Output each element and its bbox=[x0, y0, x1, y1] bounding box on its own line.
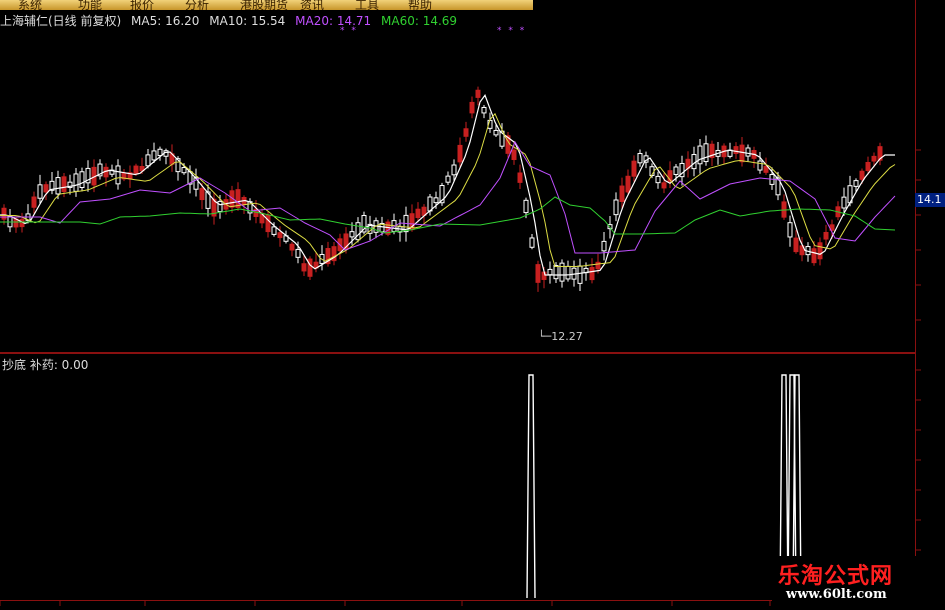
candlesticks bbox=[1, 86, 883, 292]
candle-body bbox=[703, 143, 709, 163]
candle-body bbox=[265, 214, 271, 233]
candle-body bbox=[613, 199, 619, 216]
panel-separator bbox=[0, 352, 915, 354]
candle-body bbox=[559, 262, 565, 282]
candle-body bbox=[181, 167, 187, 174]
indicator-label: 抄底 补药: 0.00 bbox=[2, 358, 89, 372]
candle-body bbox=[37, 184, 43, 199]
candle-body bbox=[61, 176, 67, 192]
candle-body bbox=[697, 145, 703, 165]
candle-body bbox=[415, 208, 421, 219]
candle-body bbox=[601, 240, 607, 252]
candle-body bbox=[595, 261, 601, 270]
candle-body bbox=[625, 175, 631, 193]
axis-ticks bbox=[0, 149, 921, 606]
candle-body bbox=[445, 175, 451, 183]
candle-body bbox=[511, 149, 517, 161]
candle-body bbox=[853, 180, 859, 187]
right-price-axis bbox=[915, 0, 945, 600]
candle-body bbox=[841, 196, 847, 209]
candle-body bbox=[493, 129, 499, 136]
candle-body bbox=[733, 146, 739, 154]
low-price-marker: └─12.27 bbox=[538, 330, 583, 343]
candle-body bbox=[655, 175, 661, 184]
candle-body bbox=[295, 248, 301, 258]
candle-body bbox=[871, 155, 877, 162]
candle-body bbox=[79, 171, 85, 189]
candle-body bbox=[301, 263, 307, 272]
candle-body bbox=[673, 166, 679, 175]
candle-body bbox=[145, 154, 151, 167]
candle-body bbox=[757, 160, 763, 171]
watermark-title: 乐淘公式网 bbox=[778, 564, 894, 589]
low-marker-arrow-icon: └─ bbox=[538, 330, 552, 343]
candle-body bbox=[787, 222, 793, 238]
kline-chart bbox=[0, 86, 921, 606]
candle-body bbox=[523, 199, 529, 214]
candle-body bbox=[289, 243, 295, 251]
candle-body bbox=[817, 242, 823, 260]
moving-average-lines bbox=[0, 94, 896, 276]
candle-body bbox=[199, 188, 205, 201]
indicator-spike bbox=[526, 374, 536, 599]
current-price-tag: 14.1 bbox=[915, 193, 945, 207]
candle-body bbox=[463, 128, 469, 137]
ma60-line bbox=[0, 196, 896, 235]
candle-body bbox=[589, 266, 595, 281]
candle-body bbox=[793, 237, 799, 253]
ma5-line bbox=[0, 94, 895, 276]
candle-body bbox=[859, 170, 865, 180]
candle-body bbox=[349, 231, 355, 238]
candle-body bbox=[433, 197, 439, 204]
candle-body bbox=[151, 150, 157, 161]
watermark-logo: 乐淘公式网 www.60lt.com bbox=[772, 556, 945, 609]
candle-body bbox=[823, 231, 829, 240]
candle-body bbox=[547, 268, 553, 276]
candle-body bbox=[865, 161, 871, 172]
candle-body bbox=[277, 232, 283, 239]
candle-body bbox=[469, 101, 475, 114]
low-marker-value: 12.27 bbox=[551, 330, 583, 343]
indicator-spikes bbox=[526, 374, 802, 599]
candle-body bbox=[529, 237, 535, 248]
candle-body bbox=[553, 265, 559, 280]
candle-body bbox=[73, 173, 79, 192]
candle-body bbox=[451, 164, 457, 176]
watermark-url: www.60lt.com bbox=[786, 587, 887, 602]
candle-body bbox=[535, 264, 541, 283]
candle-body bbox=[739, 144, 745, 163]
ma10-line bbox=[0, 112, 896, 267]
candle-body bbox=[637, 153, 643, 164]
candle-body bbox=[577, 265, 583, 284]
candle-body bbox=[157, 148, 163, 157]
candle-body bbox=[481, 106, 487, 114]
candle-body bbox=[115, 165, 121, 185]
candle-body bbox=[565, 265, 571, 280]
candle-body bbox=[475, 89, 481, 98]
candle-body bbox=[619, 185, 625, 202]
candle-body bbox=[31, 196, 37, 208]
candle-body bbox=[217, 200, 223, 213]
candle-body bbox=[55, 177, 61, 195]
candle-body bbox=[43, 184, 49, 193]
candle-body bbox=[631, 160, 637, 177]
candle-body bbox=[235, 189, 241, 209]
candle-body bbox=[745, 147, 751, 157]
candle-body bbox=[133, 165, 139, 174]
candle-body bbox=[661, 182, 667, 189]
candle-body bbox=[457, 144, 463, 163]
candle-body bbox=[517, 172, 523, 183]
candle-body bbox=[811, 248, 817, 264]
candle-body bbox=[271, 226, 277, 235]
